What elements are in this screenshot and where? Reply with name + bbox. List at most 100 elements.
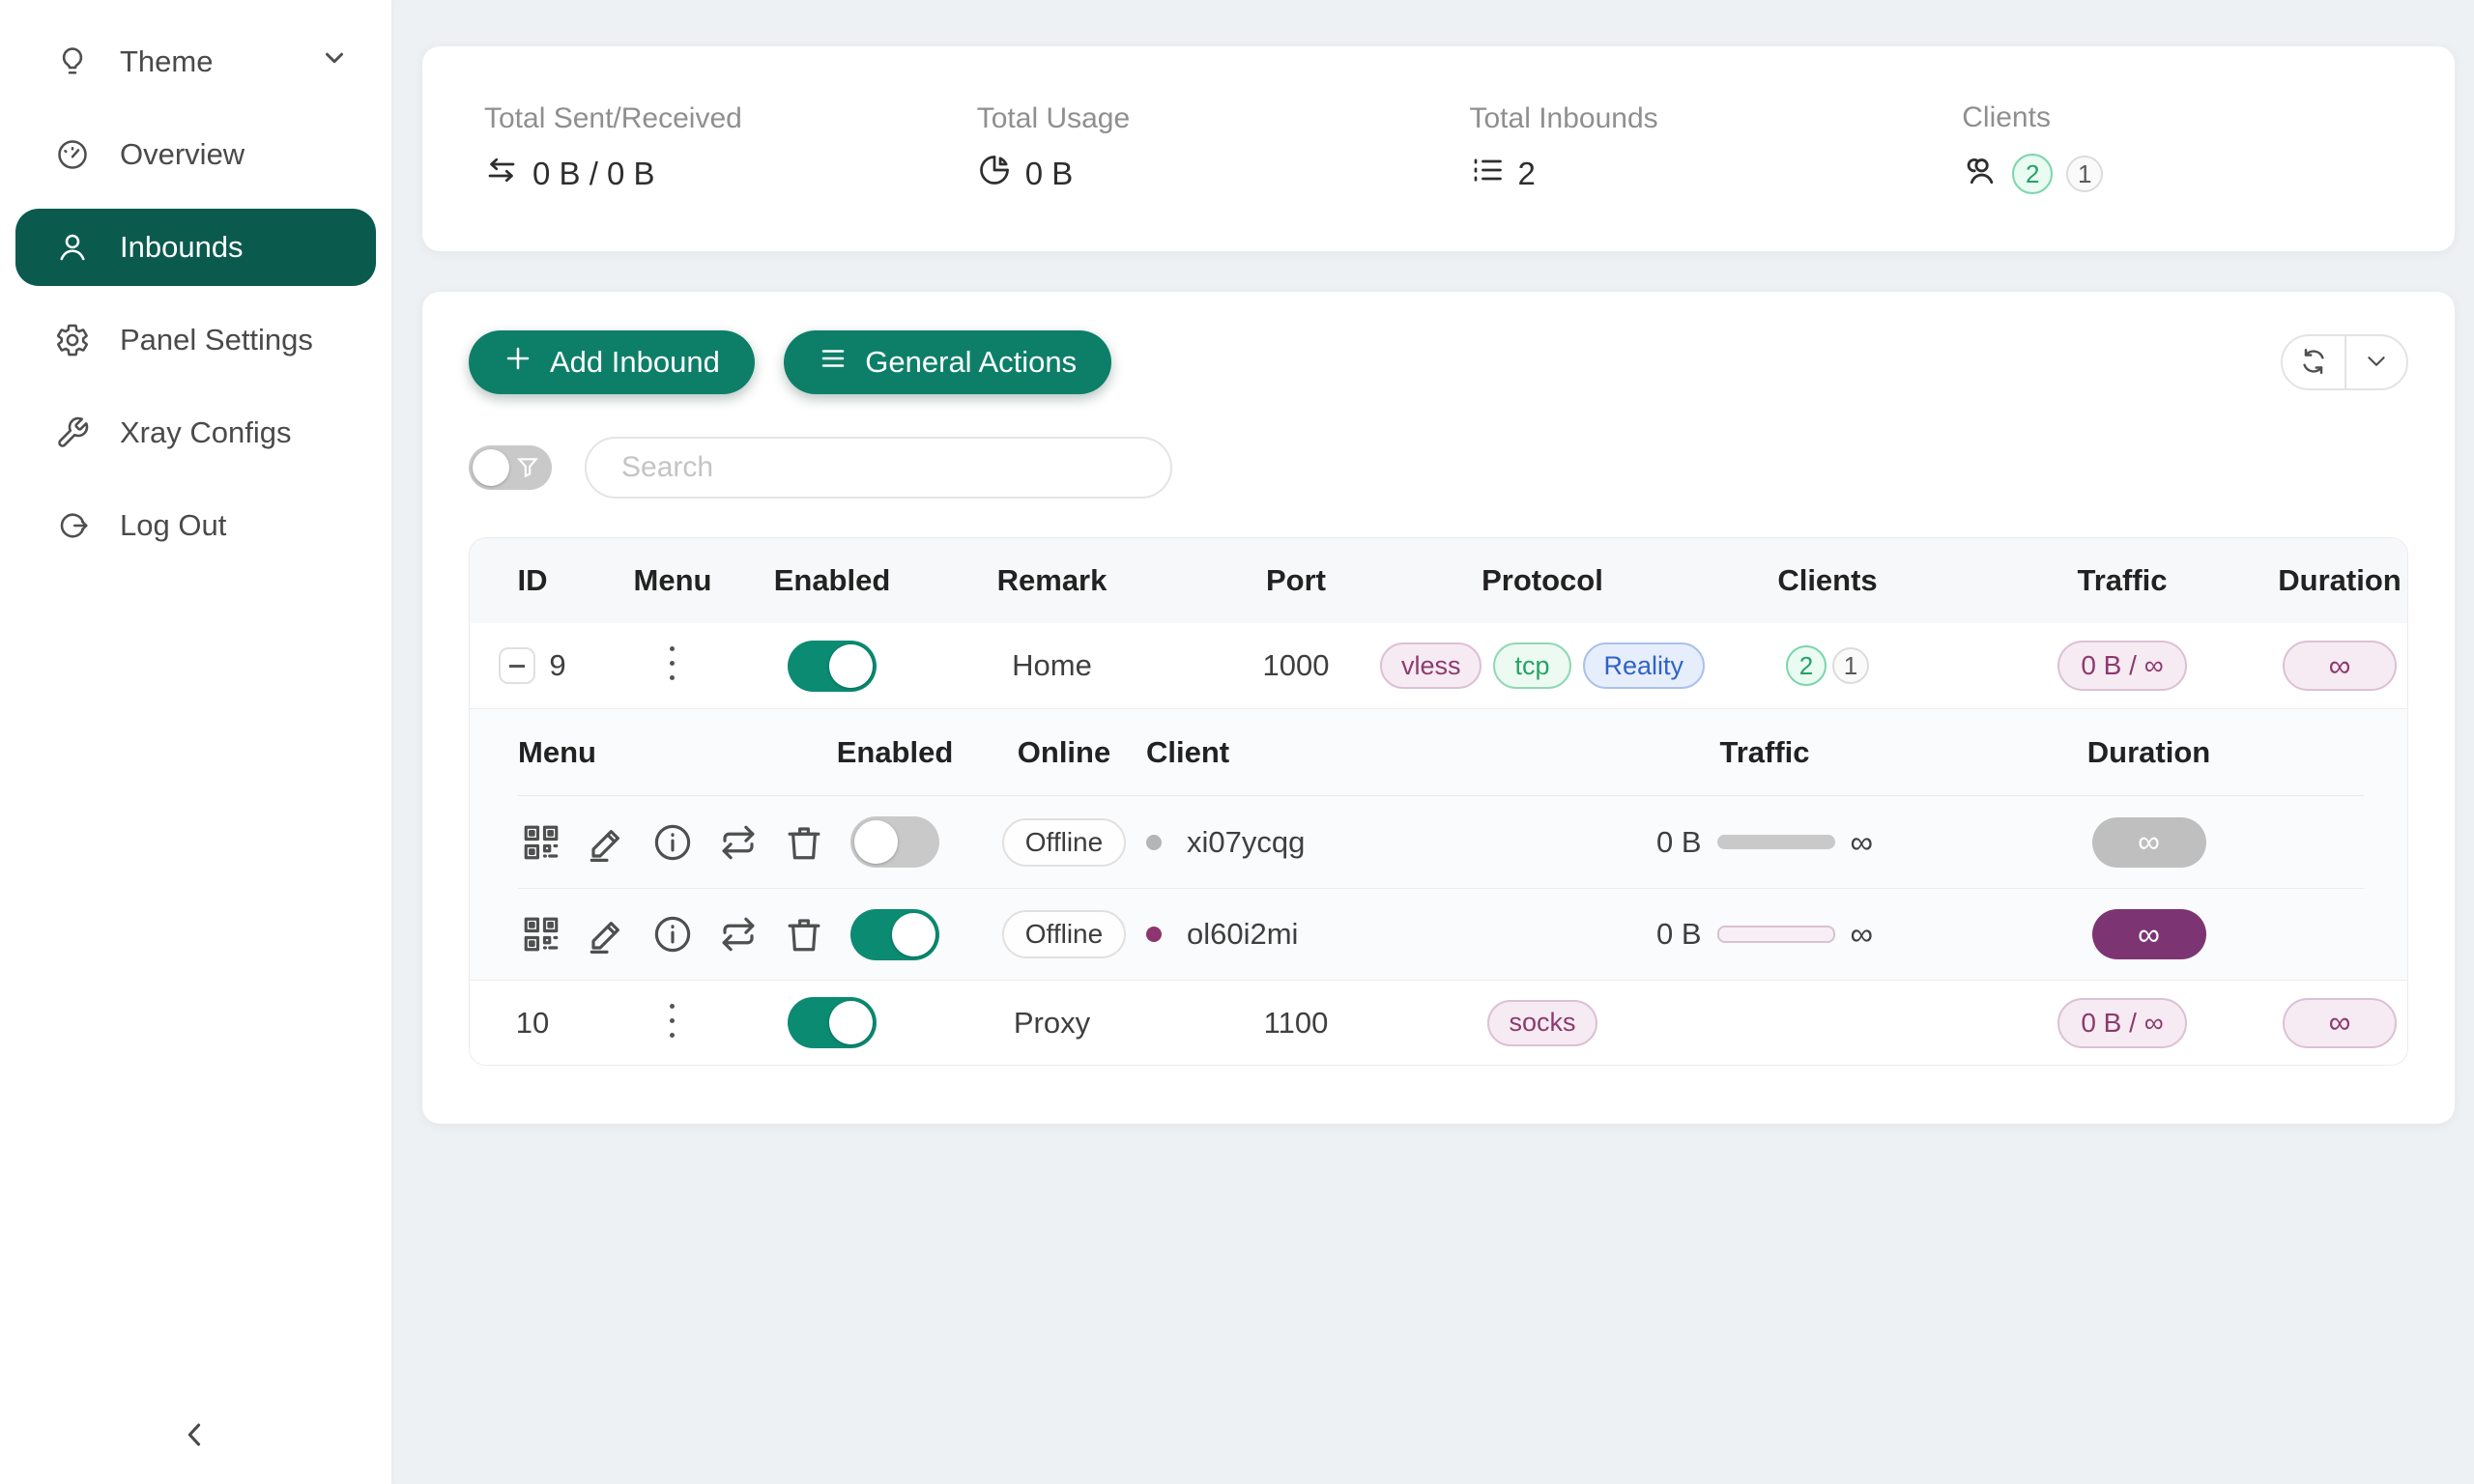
- stat-total-sent-received: Total Sent/Received 0 B / 0 B: [484, 102, 977, 195]
- delete-icon[interactable]: [781, 911, 827, 957]
- inbounds-card: Add Inbound General Actions: [422, 292, 2455, 1124]
- col-header-traffic: Traffic: [2077, 563, 2167, 598]
- col-header-enabled: Enabled: [774, 563, 891, 598]
- stat-clients: Clients 2 1: [1962, 101, 2455, 196]
- clients-online-badge: 2: [2012, 154, 2053, 194]
- clients-online-badge: 2: [1786, 645, 1827, 686]
- transfer-arrows-icon: [484, 153, 519, 195]
- sidebar-item-log-out[interactable]: Log Out: [15, 487, 376, 564]
- edit-icon[interactable]: [584, 819, 630, 866]
- traffic-used: 0 B: [1656, 825, 1702, 860]
- edit-icon[interactable]: [584, 911, 630, 957]
- client-status-dot: [1146, 927, 1162, 942]
- dashboard-icon: [54, 136, 91, 173]
- network-tag: tcp: [1493, 642, 1570, 689]
- wrench-icon: [54, 414, 91, 451]
- stat-total-inbounds: Total Inbounds 2: [1470, 102, 1963, 195]
- general-actions-label: General Actions: [865, 345, 1077, 380]
- menu-lines-icon: [819, 344, 848, 381]
- stat-label: Total Usage: [977, 102, 1470, 135]
- online-status-badge: Offline: [1002, 910, 1126, 958]
- subcol-header-online: Online: [1018, 735, 1110, 770]
- info-icon[interactable]: [649, 819, 696, 866]
- inbound-enabled-toggle[interactable]: [788, 997, 877, 1048]
- search-filter-toggle[interactable]: [469, 445, 552, 490]
- table-row: 10 Proxy 1100 socks 0 B / ∞ ∞: [470, 980, 2407, 1065]
- subcol-header-traffic: Traffic: [1719, 735, 1809, 770]
- traffic-pill: 0 B / ∞: [2057, 641, 2186, 691]
- stat-value-text: 0 B / 0 B: [532, 156, 655, 192]
- add-inbound-button[interactable]: Add Inbound: [469, 330, 755, 394]
- duration-pill: ∞: [2092, 909, 2206, 959]
- user-icon: [54, 229, 91, 266]
- kebab-menu-icon[interactable]: [653, 1000, 692, 1046]
- add-inbound-label: Add Inbound: [550, 345, 720, 380]
- delete-icon[interactable]: [781, 819, 827, 866]
- stat-label: Total Sent/Received: [484, 102, 977, 135]
- refresh-split-button: [2281, 334, 2408, 390]
- reset-traffic-icon[interactable]: [715, 819, 762, 866]
- lightbulb-icon: [54, 43, 91, 80]
- client-enabled-toggle[interactable]: [850, 816, 939, 868]
- duration-pill: ∞: [2092, 817, 2206, 868]
- sidebar-collapse-button[interactable]: [166, 1407, 224, 1465]
- clients-deactivated-badge: 1: [2066, 156, 2103, 192]
- chevron-left-icon: [179, 1440, 212, 1454]
- sidebar-item-label: Overview: [120, 137, 245, 172]
- refresh-icon: [2299, 347, 2328, 379]
- stat-label: Total Inbounds: [1470, 102, 1963, 135]
- col-header-id: ID: [518, 563, 548, 598]
- refresh-options-button[interactable]: [2345, 336, 2406, 388]
- sidebar-item-theme[interactable]: Theme: [15, 23, 376, 100]
- inbound-enabled-toggle[interactable]: [788, 641, 877, 692]
- stat-label: Clients: [1962, 101, 2455, 134]
- gear-icon: [54, 322, 91, 358]
- subcol-header-client: Client: [1146, 735, 1229, 770]
- inbounds-table: ID Menu Enabled Remark Port Protocol Cli…: [469, 537, 2408, 1066]
- client-name: ol60i2mi: [1187, 917, 1298, 952]
- collapse-row-button[interactable]: [499, 647, 535, 684]
- qr-code-icon[interactable]: [518, 911, 564, 957]
- general-actions-button[interactable]: General Actions: [784, 330, 1111, 394]
- sidebar-item-label: Theme: [120, 44, 213, 79]
- traffic-limit: ∞: [1851, 824, 1874, 861]
- client-status-dot: [1146, 835, 1162, 850]
- col-header-port: Port: [1266, 563, 1326, 598]
- chevron-down-icon: [2364, 349, 2389, 377]
- search-row: [469, 437, 2408, 499]
- stat-value-text: 0 B: [1025, 156, 1074, 192]
- users-icon: [1962, 152, 1999, 196]
- traffic-used: 0 B: [1656, 917, 1702, 952]
- pie-chart-icon: [977, 153, 1012, 195]
- inbound-port: 1000: [1263, 648, 1330, 683]
- col-header-duration: Duration: [2278, 563, 2401, 598]
- reset-traffic-icon[interactable]: [715, 911, 762, 957]
- sidebar: Theme Overview Inbounds: [0, 0, 391, 1484]
- client-row: Offline xi07ycqg 0 B ∞ ∞: [518, 796, 2364, 888]
- refresh-button[interactable]: [2283, 336, 2345, 388]
- client-name: xi07ycqg: [1187, 825, 1305, 860]
- subcol-header-enabled: Enabled: [837, 735, 954, 770]
- stats-card: Total Sent/Received 0 B / 0 B Total Usag…: [422, 46, 2455, 251]
- chevron-down-icon: [320, 43, 349, 80]
- toolbar: Add Inbound General Actions: [469, 330, 2408, 394]
- sidebar-item-inbounds[interactable]: Inbounds: [15, 209, 376, 286]
- sidebar-item-xray-configs[interactable]: Xray Configs: [15, 394, 376, 471]
- app-root: Theme Overview Inbounds: [0, 0, 2474, 1484]
- traffic-limit: ∞: [1851, 916, 1874, 953]
- sidebar-nav: Theme Overview Inbounds: [0, 0, 391, 564]
- inbound-port: 1100: [1264, 1006, 1329, 1041]
- inbound-id: 9: [549, 648, 565, 683]
- sidebar-item-overview[interactable]: Overview: [15, 116, 376, 193]
- clients-subtable: Menu Enabled Online Client Traffic Durat…: [470, 708, 2407, 980]
- info-icon[interactable]: [649, 911, 696, 957]
- client-enabled-toggle[interactable]: [850, 909, 939, 960]
- sidebar-item-panel-settings[interactable]: Panel Settings: [15, 301, 376, 379]
- col-header-remark: Remark: [997, 563, 1108, 598]
- subcol-header-menu: Menu: [518, 735, 596, 770]
- duration-pill: ∞: [2283, 641, 2397, 691]
- table-header-row: ID Menu Enabled Remark Port Protocol Cli…: [470, 538, 2407, 623]
- search-input[interactable]: [585, 437, 1172, 499]
- kebab-menu-icon[interactable]: [653, 642, 692, 689]
- qr-code-icon[interactable]: [518, 819, 564, 866]
